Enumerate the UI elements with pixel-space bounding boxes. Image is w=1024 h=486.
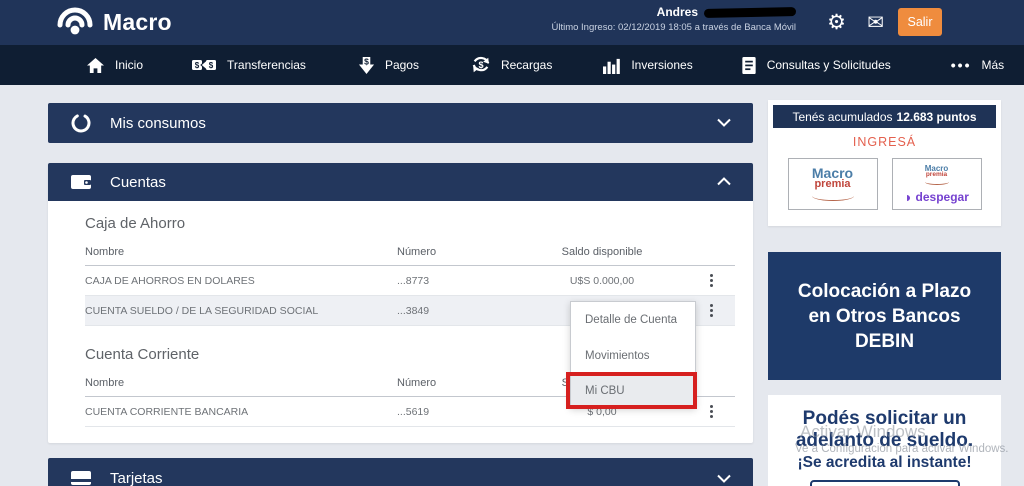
home-icon xyxy=(86,57,105,74)
points-summary: Tenés acumulados 12.683 puntos xyxy=(773,105,996,128)
banking-page: Macro Andres Último Ingreso: 02/12/2019 … xyxy=(0,0,1024,486)
account-number: ...8773 xyxy=(397,275,517,287)
adelanto-banner[interactable]: Podés solicitar un adelanto de sueldo. ¡… xyxy=(768,395,1001,486)
svg-text:$: $ xyxy=(209,61,214,70)
section-title: Mis consumos xyxy=(110,115,206,132)
despegar-logo: ◗ despegar xyxy=(904,190,969,204)
payments-icon: $ xyxy=(358,56,375,75)
macro-arc-icon xyxy=(55,4,95,41)
nav-item-consultas[interactable]: Consultas y Solicitudes xyxy=(741,56,891,75)
document-icon xyxy=(741,56,757,75)
gear-icon[interactable]: ⚙ xyxy=(827,10,846,35)
ingresa-link[interactable]: INGRESÁ xyxy=(768,135,1001,149)
points-panel: Tenés acumulados 12.683 puntos INGRESÁ M… xyxy=(768,100,1001,226)
top-header: Macro Andres Último Ingreso: 02/12/2019 … xyxy=(0,0,1024,45)
nav-item-pagos[interactable]: $ Pagos xyxy=(358,56,419,75)
kebab-menu-icon[interactable] xyxy=(707,271,716,290)
nav-item-inversiones[interactable]: Inversiones xyxy=(602,57,692,74)
red-annotation-box xyxy=(566,372,697,409)
section-title: Tarjetas xyxy=(110,470,163,486)
svg-text:$: $ xyxy=(478,60,483,70)
menu-item-movimientos[interactable]: Movimientos xyxy=(571,338,695,374)
section-tarjetas[interactable]: Tarjetas xyxy=(48,458,753,486)
nav-item-inicio[interactable]: Inicio xyxy=(86,57,143,74)
partner-logos: Macro premia Macro premia ◗ despegar xyxy=(768,158,1001,210)
card-icon xyxy=(70,469,92,486)
nav-item-transferencias[interactable]: $ $ Transferencias xyxy=(191,56,306,74)
macro-premia-despegar-logo[interactable]: Macro premia ◗ despegar xyxy=(892,158,982,210)
menu-item-detalle-de-cuenta[interactable]: Detalle de Cuenta xyxy=(571,302,695,338)
account-number: ...5619 xyxy=(397,406,517,418)
macro-premia-logo[interactable]: Macro premia xyxy=(788,158,878,210)
last-login-text: Último Ingreso: 02/12/2019 18:05 a travé… xyxy=(496,22,796,33)
chevron-up-icon[interactable] xyxy=(717,173,731,191)
chevron-down-icon[interactable] xyxy=(717,470,731,486)
debin-banner[interactable]: Colocación a Plazo en Otros Bancos DEBIN xyxy=(768,252,1001,380)
account-number: ...3849 xyxy=(397,305,517,317)
group-heading-caja-ahorro: Caja de Ahorro xyxy=(85,215,735,232)
account-name: CAJA DE AHORROS EN DOLARES xyxy=(85,275,397,287)
recharge-icon: $ xyxy=(471,55,491,75)
account-name: CUENTA SUELDO / DE LA SEGURIDAD SOCIAL xyxy=(85,305,397,317)
account-balance: U$S 0.000,00 xyxy=(517,275,687,287)
wallet-icon xyxy=(70,173,92,191)
chevron-down-icon[interactable] xyxy=(717,114,731,132)
points-value: 12.683 puntos xyxy=(897,110,977,124)
section-title: Cuentas xyxy=(110,174,166,191)
logout-button[interactable]: Salir xyxy=(898,8,942,36)
section-mis-consumos[interactable]: Mis consumos xyxy=(48,103,753,143)
adelanto-button[interactable] xyxy=(810,480,960,486)
svg-text:$: $ xyxy=(195,61,200,70)
ellipsis-icon: ••• xyxy=(951,57,972,73)
account-name: CUENTA CORRIENTE BANCARIA xyxy=(85,406,397,418)
table-header-row: Nombre Número Saldo disponible xyxy=(85,238,735,266)
premia-arc xyxy=(812,191,854,201)
macro-logo[interactable]: Macro xyxy=(55,4,172,41)
section-cuentas[interactable]: Cuentas xyxy=(48,163,753,201)
transfer-icon: $ $ xyxy=(191,56,217,74)
despegar-icon: ◗ xyxy=(904,190,912,204)
brand-name: Macro xyxy=(103,9,172,36)
nav-item-mas[interactable]: ••• Más xyxy=(951,57,1004,73)
main-nav: Inicio $ $ Transferencias $ Pa xyxy=(0,45,1024,85)
envelope-icon[interactable]: ✉ xyxy=(867,10,884,35)
premia-arc xyxy=(925,179,949,185)
table-row[interactable]: CAJA DE AHORROS EN DOLARES ...8773 U$S 0… xyxy=(85,266,735,296)
ring-icon xyxy=(70,112,92,134)
redaction-scribble xyxy=(704,7,796,18)
svg-text:$: $ xyxy=(364,56,369,66)
investments-icon xyxy=(602,57,621,74)
user-info: Andres Último Ingreso: 02/12/2019 18:05 … xyxy=(496,5,796,33)
kebab-menu-icon[interactable] xyxy=(707,301,716,320)
kebab-menu-icon[interactable] xyxy=(707,402,716,421)
nav-item-recargas[interactable]: $ Recargas xyxy=(471,55,552,75)
user-name: Andres xyxy=(496,5,796,19)
